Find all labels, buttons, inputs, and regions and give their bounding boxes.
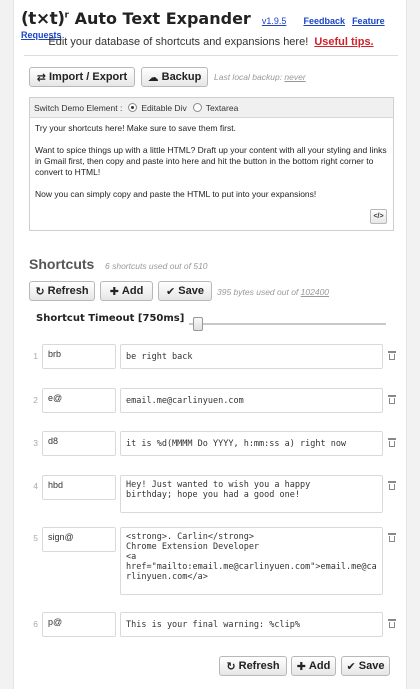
last-backup-value: never [284,72,306,82]
check-icon: ✔ [346,660,356,673]
swap-arrows-icon: ⇄ [36,71,46,84]
shortcut-key-input[interactable]: p@ [42,612,116,637]
expansion-input[interactable]: email.me@carlinyuen.com [120,388,383,413]
expansion-input[interactable]: be right back [120,344,383,369]
trash-icon[interactable] [388,619,396,628]
shortcut-key-input[interactable]: e@ [42,388,116,413]
timeout-slider-handle[interactable] [193,317,203,331]
shortcut-key-input[interactable]: hbd [42,475,116,500]
shortcuts-heading: Shortcuts [29,256,95,272]
add-button[interactable]: ✚ Add [100,281,153,301]
footer-add-button[interactable]: ✚ Add [291,656,336,676]
options-page: (t×t)r Auto Text Expander v1.9.5 Feedbac… [13,0,407,689]
trash-icon[interactable] [388,395,396,404]
demo-switcher: Switch Demo Element : Editable Div Texta… [30,98,393,118]
trash-icon[interactable] [388,481,396,490]
last-backup-status: Last local backup: never [214,72,306,82]
backup-icon: ☁ [147,71,159,84]
plus-icon: ✚ [296,660,306,673]
row-number: 6 [33,619,38,629]
expansion-input[interactable]: <strong>. Carlin</strong> Chrome Extensi… [120,527,383,595]
app-title: Auto Text Expander [74,9,251,28]
plus-icon: ✚ [109,285,119,298]
page-subtitle: Edit your database of shortcuts and expa… [48,36,374,48]
demo-editable-div[interactable]: Try your shortcuts here! Make sure to sa… [30,118,393,216]
expansion-input[interactable]: it is %d(MMMM Do YYYY, h:mm:ss a) right … [120,431,383,456]
row-number: 2 [33,395,38,405]
shortcut-key-input[interactable]: sign@ [42,527,116,552]
backup-button[interactable]: ☁ Backup [141,67,208,87]
import-export-button[interactable]: ⇄ Import / Export [29,67,135,87]
row-number: 3 [33,438,38,448]
divider [24,55,398,56]
row-number: 4 [33,481,38,491]
footer-refresh-button[interactable]: ↻ Refresh [219,656,287,676]
row-number: 1 [33,351,38,361]
timeout-slider-track[interactable] [189,323,386,325]
useful-tips-link[interactable]: Useful tips. [314,36,373,48]
feedback-link[interactable]: Feedback [303,16,345,26]
footer-save-button[interactable]: ✔ Save [341,656,390,676]
refresh-icon: ↻ [35,285,45,298]
radio-editable-div[interactable] [128,103,138,112]
convert-html-button[interactable]: </> [370,209,387,224]
expansion-input[interactable]: Hey! Just wanted to wish you a happy bir… [120,475,383,513]
bytes-usage: 395 bytes used out of 102400 [217,287,330,297]
shortcuts-count: 6 shortcuts used out of 510 [105,261,208,271]
shortcut-key-input[interactable]: brb [42,344,116,369]
radio-textarea[interactable] [192,103,202,112]
save-button[interactable]: ✔ Save [158,281,212,301]
demo-area: Switch Demo Element : Editable Div Texta… [29,97,394,231]
check-icon: ✔ [166,285,176,298]
trash-icon[interactable] [388,351,396,360]
trash-icon[interactable] [388,438,396,447]
expansion-input[interactable]: This is your final warning: %clip% [120,612,383,637]
refresh-button[interactable]: ↻ Refresh [29,281,95,301]
row-number: 5 [33,533,38,543]
trash-icon[interactable] [388,533,396,542]
app-logo: (t×t)r [21,9,69,29]
shortcut-timeout-label: Shortcut Timeout [750ms] [36,313,185,324]
shortcut-key-input[interactable]: d8 [42,431,116,456]
version-link[interactable]: v1.9.5 [262,16,287,26]
refresh-icon: ↻ [226,660,236,673]
